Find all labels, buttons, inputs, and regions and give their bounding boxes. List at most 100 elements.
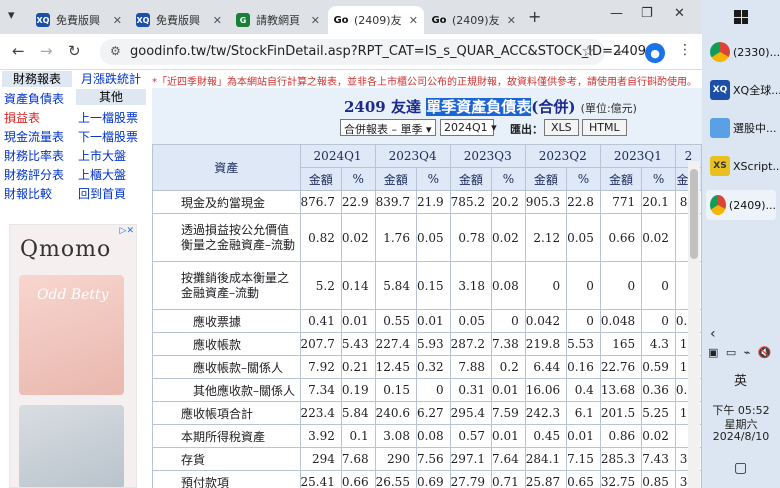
tab-1[interactable]: XQ 免費版興 ✕	[30, 6, 128, 34]
table-row: 其他應收款–關係人 7.34 0.19 0.15 0 0.31 0.01 16.06 0.4 13…	[152, 378, 702, 402]
taskbar-label: (2409)...	[728, 198, 776, 212]
bookmark-star-icon[interactable]: ☆	[582, 42, 595, 60]
table-cell: 242.3	[524, 401, 568, 425]
windows-start-icon[interactable]	[734, 10, 748, 24]
tray-status-icons[interactable]: ▣ ▭ ⌁ 🔇	[708, 346, 774, 359]
close-icon[interactable]: ✕	[305, 14, 320, 27]
nav-otc-market[interactable]: 上櫃大盤	[78, 166, 126, 183]
taskbar-item-chrome-2330[interactable]: (2330)...	[710, 42, 780, 62]
download-icon[interactable]: ⤓	[616, 42, 622, 58]
table-cell: 21.9	[415, 190, 451, 214]
table-cell: 7.15	[566, 447, 601, 471]
close-icon[interactable]: ✕	[107, 14, 122, 27]
table-cell: 876.7	[299, 190, 342, 214]
taskbar-label: 選股中...	[733, 122, 777, 135]
table-cell: 0.55	[374, 309, 417, 333]
title-stock: 2409 友達	[344, 98, 427, 116]
export-xls-button[interactable]: XLS	[544, 119, 579, 136]
table-cell: 905.3	[524, 190, 568, 214]
chrome-icon	[710, 195, 726, 215]
nav-cash-flow[interactable]: 現金流量表	[4, 128, 64, 145]
taskbar-item-xq[interactable]: XQ XQ全球...	[710, 80, 780, 100]
nav-income-statement[interactable]: 損益表	[4, 109, 40, 126]
table-cell: 5.53	[566, 332, 601, 356]
table-cell: 0.45	[524, 424, 568, 448]
table-cell: 0.16	[566, 355, 601, 379]
taskbar-label: XScript...	[733, 159, 780, 173]
row-label: 現金及約當現金	[152, 190, 301, 214]
taskbar-item-screener[interactable]: 選股中...	[710, 118, 777, 138]
close-icon[interactable]: ✕	[501, 14, 516, 27]
back-arrow-icon[interactable]: ←	[12, 42, 25, 60]
goodinfo-favicon-icon: Go	[431, 14, 447, 26]
table-cell: 0.69	[415, 470, 451, 488]
scrollbar-thumb[interactable]	[690, 169, 698, 259]
vertical-scrollbar[interactable]	[688, 161, 700, 488]
ime-indicator[interactable]: 英	[734, 370, 747, 389]
tab-5[interactable]: Go (2409)友 ✕	[426, 6, 522, 34]
restore-icon[interactable]: ❐	[641, 6, 653, 21]
menu-dots-icon[interactable]: ⋮	[678, 42, 692, 58]
tab-3[interactable]: G 請教網頁 ✕	[230, 6, 326, 34]
amount-subheader: 金額	[374, 167, 417, 191]
notification-icon[interactable]: ▢	[734, 460, 747, 476]
nav-listed-market[interactable]: 上市大盤	[78, 147, 126, 164]
quarter-header: 2023Q1	[599, 144, 676, 168]
profile-avatar-icon[interactable]: ●	[645, 43, 665, 63]
table-cell: 5.2	[299, 261, 342, 310]
close-window-icon[interactable]: ✕	[674, 6, 685, 21]
table-cell: 0.66	[599, 213, 643, 262]
close-icon[interactable]: ✕	[207, 14, 222, 27]
row-header-assets: 資產	[152, 144, 301, 191]
amount-subheader: 金額	[299, 167, 342, 191]
url-text[interactable]: goodinfo.tw/tw/StockFinDetail.asp?RPT_CA…	[130, 44, 646, 59]
site-info-icon[interactable]: ⚙	[110, 44, 121, 58]
advertisement[interactable]: ▷✕ Qmomo Odd Betty	[9, 224, 137, 488]
export-html-button[interactable]: HTML	[582, 119, 627, 136]
nav-ratios[interactable]: 財務比率表	[4, 147, 64, 164]
tray-expand-chevron-icon[interactable]: ‹	[710, 326, 716, 342]
address-bar[interactable]: ⚙ goodinfo.tw/tw/StockFinDetail.asp?RPT_…	[100, 39, 646, 65]
table-cell: 3.08	[374, 424, 417, 448]
nav-header-monthly[interactable]: 月漲跌統計	[76, 71, 146, 87]
nav-prev-stock[interactable]: 上一檔股票	[78, 109, 138, 126]
table-cell: 7.64	[491, 447, 526, 471]
ad-close-icon[interactable]: ▷✕	[120, 226, 134, 236]
tab-2[interactable]: XQ 免費版興 ✕	[130, 6, 228, 34]
table-cell: 0.65	[566, 470, 601, 488]
tab-search-chevron-icon[interactable]: ▾	[8, 8, 15, 23]
minimize-icon[interactable]: —	[610, 6, 623, 21]
table-cell: 1.76	[374, 213, 417, 262]
row-label: 應收票據	[152, 309, 301, 333]
report-type-select[interactable]: 合併報表 – 單季 ▾	[340, 119, 436, 136]
taskbar-item-chrome-2409[interactable]: (2409)...	[706, 190, 776, 220]
percent-subheader: %	[566, 167, 601, 191]
row-label: 應收帳款	[152, 332, 301, 356]
forward-arrow-icon[interactable]: →	[40, 42, 53, 60]
table-cell: 0	[599, 261, 643, 310]
nav-next-stock[interactable]: 下一檔股票	[78, 128, 138, 145]
table-cell: 0.05	[449, 309, 493, 333]
reload-icon[interactable]: ↻	[68, 42, 81, 60]
table-cell: 0.05	[566, 213, 601, 262]
tab-4-active[interactable]: Go (2409)友 ✕	[328, 6, 424, 34]
nav-balance-sheet[interactable]: 資產負債表	[4, 90, 64, 107]
nav-compare[interactable]: 財報比較	[4, 185, 52, 202]
row-label: 其他應收款–關係人	[152, 378, 301, 402]
new-tab-plus-icon[interactable]: +	[528, 7, 541, 26]
tab-title: 請教網頁	[256, 14, 300, 27]
close-icon[interactable]: ✕	[403, 14, 418, 27]
table-cell: 0.4	[566, 378, 601, 402]
nav-home[interactable]: 回到首頁	[78, 185, 126, 202]
period-select[interactable]: 2024Q1 ▾	[440, 119, 497, 136]
table-cell: 12.45	[374, 355, 417, 379]
nav-scores[interactable]: 財務評分表	[4, 166, 64, 183]
taskbar-item-xscript[interactable]: XS XScript...	[710, 156, 780, 176]
quarter-header: 2024Q1	[299, 144, 376, 168]
table-cell: 0.31	[449, 378, 493, 402]
sheets-favicon-icon: G	[236, 13, 250, 27]
table-cell: 20.1	[641, 190, 676, 214]
tab-strip: XQ 免費版興 ✕ XQ 免費版興 ✕ G 請教網頁 ✕ Go (2409)友 …	[0, 0, 702, 34]
quarter-header: 2023Q4	[374, 144, 451, 168]
table-cell: 0.01	[566, 424, 601, 448]
